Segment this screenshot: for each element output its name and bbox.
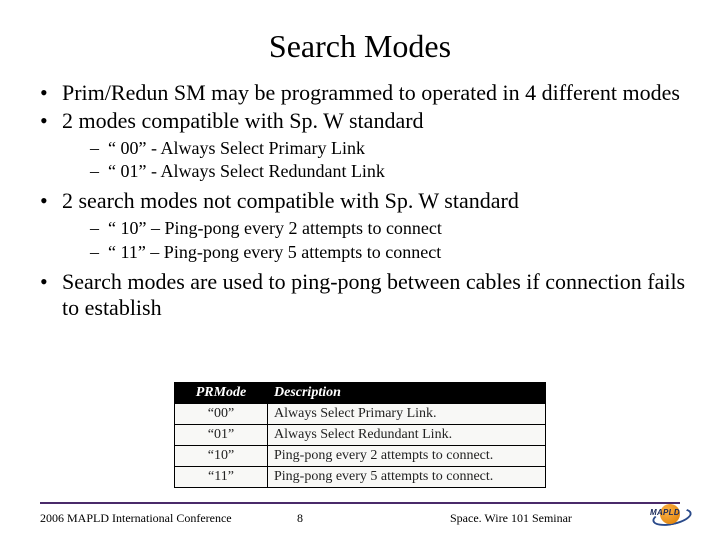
slide-title: Search Modes xyxy=(0,28,720,65)
table-cell: Always Select Primary Link. xyxy=(268,404,546,425)
page-number: 8 xyxy=(270,511,330,526)
footer-divider xyxy=(40,502,680,504)
table-cell: “11” xyxy=(175,467,268,488)
bullet-text: 2 search modes not compatible with Sp. W… xyxy=(62,188,519,213)
sub-bullet-item: “ 01” - Always Select Redundant Link xyxy=(90,161,690,182)
sub-bullet-item: “ 11” – Ping-pong every 5 attempts to co… xyxy=(90,242,690,263)
footer-left: 2006 MAPLD International Conference xyxy=(40,511,270,526)
sub-bullet-item: “ 00” - Always Select Primary Link xyxy=(90,138,690,159)
footer: 2006 MAPLD International Conference 8 Sp… xyxy=(40,511,680,526)
mapld-logo-icon: MAPLD xyxy=(650,500,698,530)
table-row: “00” Always Select Primary Link. xyxy=(175,404,546,425)
bullet-list: Prim/Redun SM may be programmed to opera… xyxy=(40,80,690,321)
slide: Search Modes Prim/Redun SM may be progra… xyxy=(0,0,720,540)
bullet-item: 2 modes compatible with Sp. W standard “… xyxy=(40,108,690,182)
table-cell: Ping-pong every 5 attempts to connect. xyxy=(268,467,546,488)
sub-bullet-list: “ 00” - Always Select Primary Link “ 01”… xyxy=(62,138,690,182)
prmode-table: PRMode Description “00” Always Select Pr… xyxy=(174,382,546,488)
bullet-text: 2 modes compatible with Sp. W standard xyxy=(62,108,424,133)
logo-text: MAPLD xyxy=(650,508,680,517)
table-cell: “01” xyxy=(175,425,268,446)
bullet-item: Prim/Redun SM may be programmed to opera… xyxy=(40,80,690,106)
sub-bullet-item: “ 10” – Ping-pong every 2 attempts to co… xyxy=(90,218,690,239)
table-cell: Always Select Redundant Link. xyxy=(268,425,546,446)
bullet-item: Search modes are used to ping-pong betwe… xyxy=(40,269,690,321)
table-header: Description xyxy=(268,383,546,404)
table-row: “11” Ping-pong every 5 attempts to conne… xyxy=(175,467,546,488)
table-row: “01” Always Select Redundant Link. xyxy=(175,425,546,446)
table-cell: Ping-pong every 2 attempts to connect. xyxy=(268,446,546,467)
table-header-row: PRMode Description xyxy=(175,383,546,404)
footer-right: Space. Wire 101 Seminar xyxy=(330,511,680,526)
table-cell: “10” xyxy=(175,446,268,467)
slide-body: Prim/Redun SM may be programmed to opera… xyxy=(40,80,690,323)
table-row: “10” Ping-pong every 2 attempts to conne… xyxy=(175,446,546,467)
table-cell: “00” xyxy=(175,404,268,425)
bullet-item: 2 search modes not compatible with Sp. W… xyxy=(40,188,690,262)
sub-bullet-list: “ 10” – Ping-pong every 2 attempts to co… xyxy=(62,218,690,262)
table-header: PRMode xyxy=(175,383,268,404)
